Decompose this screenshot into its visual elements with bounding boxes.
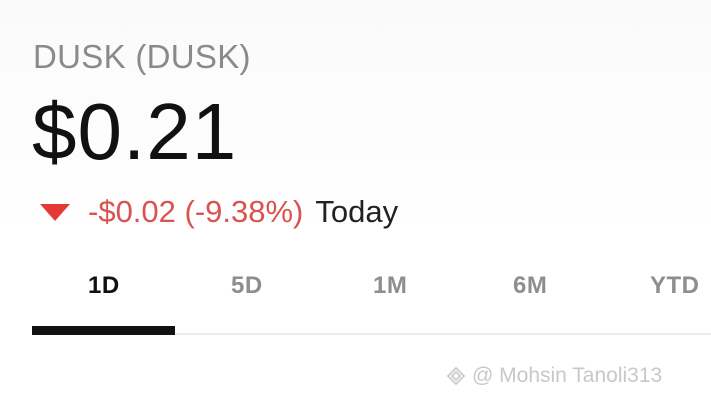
tab-6m[interactable]: 6M bbox=[513, 272, 547, 300]
asset-name: DUSK (DUSK) bbox=[33, 38, 251, 75]
time-range-tabs: 1D 5D 1M 6M YTD bbox=[0, 262, 711, 336]
triangle-down-icon bbox=[40, 203, 70, 221]
current-price: $0.21 bbox=[32, 87, 238, 176]
active-tab-indicator bbox=[32, 326, 175, 335]
stock-detail-page: DUSK (DUSK) $0.21 -$0.02 (-9.38%) Today … bbox=[0, 0, 711, 400]
tab-5d[interactable]: 5D bbox=[231, 272, 263, 300]
tab-1d[interactable]: 1D bbox=[88, 272, 120, 300]
diamond-logo-icon bbox=[446, 366, 466, 386]
price-change-value: -$0.02 (-9.38%) bbox=[88, 193, 304, 229]
watermark-text: @ Mohsin Tanoli313 bbox=[472, 364, 663, 387]
change-period-label: Today bbox=[315, 193, 399, 229]
watermark: @ Mohsin Tanoli313 bbox=[446, 362, 662, 390]
price-change-row: -$0.02 (-9.38%) Today bbox=[40, 192, 398, 230]
tab-ytd[interactable]: YTD bbox=[650, 272, 700, 300]
tab-1m[interactable]: 1M bbox=[373, 272, 407, 300]
